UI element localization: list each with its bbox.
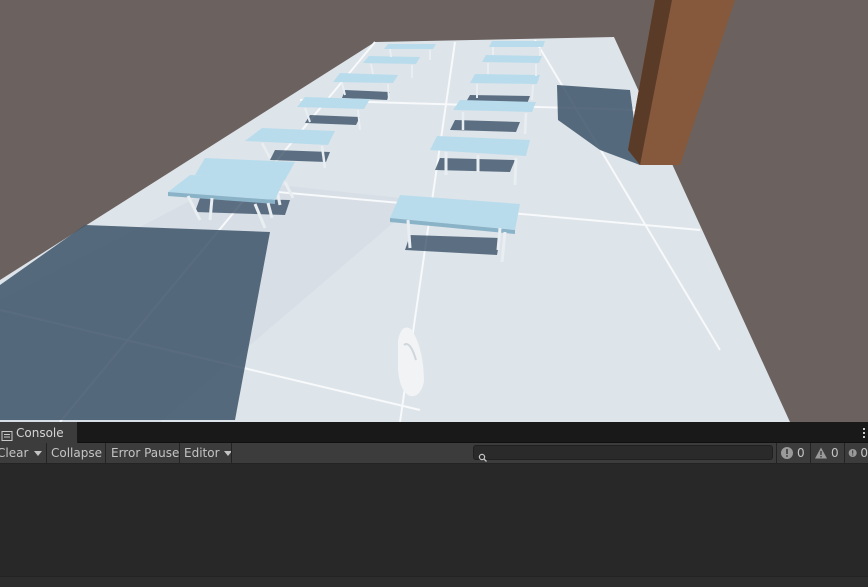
console-icon: [1, 427, 13, 441]
tab-console[interactable]: Console: [0, 422, 78, 443]
log-count: 0: [797, 446, 805, 460]
search-input[interactable]: [490, 446, 768, 459]
editor-dropdown[interactable]: Editor: [184, 443, 232, 463]
editor-dropdown-label: Editor: [184, 446, 220, 460]
clear-button-label: Clear: [0, 446, 29, 460]
log-count-toggle[interactable]: 0: [780, 443, 808, 463]
console-panel: Console Clear Collapse Error Pause Edito…: [0, 422, 868, 587]
info-icon: [781, 447, 793, 459]
more-options-icon[interactable]: [861, 426, 867, 440]
collapse-button-label: Collapse: [51, 446, 102, 460]
console-toolbar: Clear Collapse Error Pause Editor 0 0 0: [0, 443, 868, 464]
search-icon: [478, 448, 488, 462]
scene-viewport[interactable]: [0, 0, 868, 422]
scene-render: [0, 0, 868, 422]
error-count: 0: [860, 446, 868, 460]
warning-count: 0: [831, 446, 839, 460]
warning-icon: [815, 447, 827, 459]
tab-console-label: Console: [16, 425, 64, 440]
collapse-button[interactable]: Collapse: [51, 443, 102, 463]
clear-options-dropdown[interactable]: [30, 443, 46, 463]
console-detail-divider[interactable]: [0, 576, 868, 587]
error-count-toggle[interactable]: 0: [848, 443, 868, 463]
error-pause-button[interactable]: Error Pause: [111, 443, 179, 463]
error-icon: [848, 448, 857, 458]
error-pause-button-label: Error Pause: [111, 446, 180, 460]
warning-count-toggle[interactable]: 0: [814, 443, 842, 463]
console-log-list[interactable]: [0, 464, 868, 577]
console-tab-bar: Console: [0, 422, 868, 443]
dropdown-caret-icon: [34, 450, 42, 456]
clear-button[interactable]: Clear: [0, 443, 29, 463]
search-field[interactable]: [473, 445, 773, 462]
